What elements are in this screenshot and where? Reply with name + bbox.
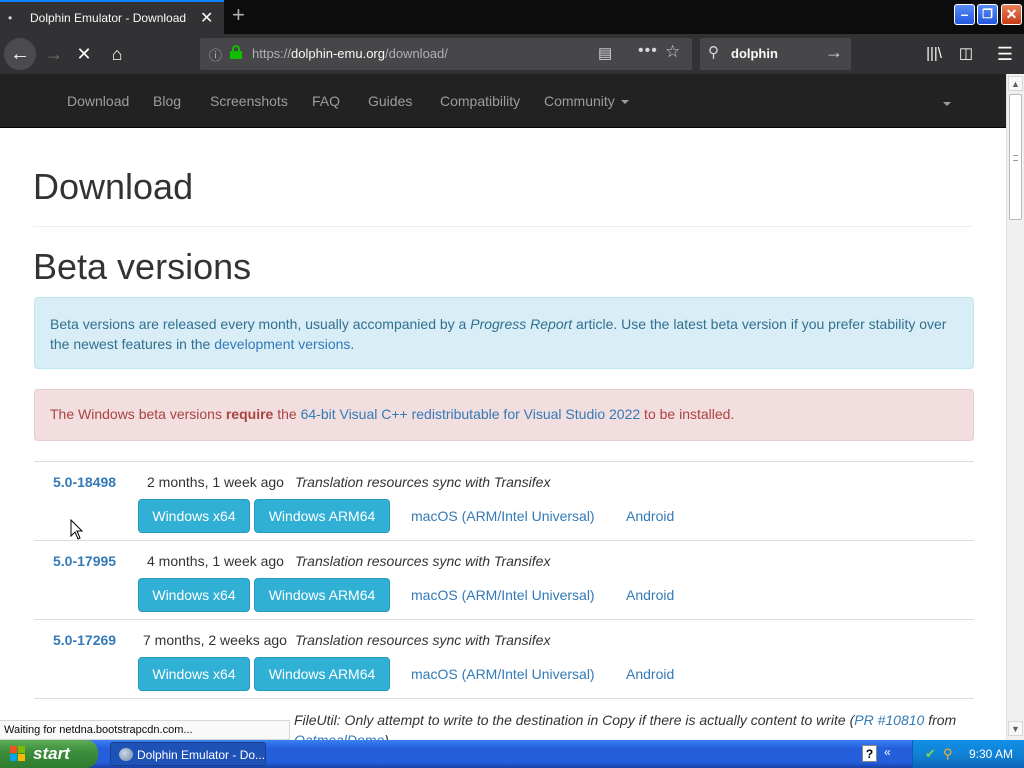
download-android-link[interactable]: Android (626, 508, 674, 524)
build-version-link[interactable]: 5.0-17995 (53, 553, 116, 569)
vertical-scrollbar[interactable]: ▲ ▼ (1006, 74, 1024, 740)
window-minimize-button[interactable]: – (954, 4, 975, 25)
browser-window: • Dolphin Emulator - Download ✕ + – ❐ ✕ … (0, 0, 1024, 768)
tab-title: Dolphin Emulator - Download (30, 11, 187, 25)
mouse-cursor-icon (70, 519, 84, 540)
clock: 9:30 AM (969, 747, 1014, 761)
help-icon[interactable]: ? (862, 745, 877, 762)
chevron-down-icon (620, 100, 629, 105)
beta-versions-heading: Beta versions (33, 246, 252, 287)
download-macos-link[interactable]: macOS (ARM/Intel Universal) (411, 508, 595, 524)
window-close-button[interactable]: ✕ (1001, 4, 1022, 25)
site-navbar: Download Blog Screenshots FAQ Guides Com… (0, 74, 1006, 128)
nav-blog[interactable]: Blog (153, 93, 181, 109)
tray-expand-icon[interactable]: « (884, 745, 891, 759)
download-windows-x64-button[interactable]: Windows x64 (138, 657, 250, 691)
scroll-up-icon[interactable]: ▲ (1008, 76, 1023, 91)
tab-loading-icon: • (8, 11, 13, 25)
page-actions-icon[interactable]: ••• (638, 42, 658, 60)
download-windows-arm64-button[interactable]: Windows ARM64 (254, 578, 390, 612)
download-android-link[interactable]: Android (626, 587, 674, 603)
sidebar-toggle-icon[interactable]: ◫ (954, 42, 978, 66)
scroll-down-icon[interactable]: ▼ (1008, 721, 1023, 736)
build-version-link[interactable]: 5.0-18498 (53, 474, 116, 490)
vcredist-link[interactable]: 64-bit Visual C++ redistributable for Vi… (301, 406, 641, 422)
pr-link[interactable]: PR #10810 (854, 712, 924, 728)
tab-close-icon[interactable]: ✕ (200, 8, 213, 28)
vcredist-warning-alert: The Windows beta versions require the 64… (34, 389, 974, 441)
download-windows-arm64-button[interactable]: Windows ARM64 (254, 657, 390, 691)
scrollbar-thumb[interactable] (1009, 94, 1022, 220)
bookmark-star-icon[interactable]: ☆ (665, 42, 680, 62)
stop-button[interactable]: ✕ (72, 42, 96, 66)
table-row: 5.0-17269 7 months, 2 weeks ago Translat… (34, 620, 974, 699)
download-windows-arm64-button[interactable]: Windows ARM64 (254, 499, 390, 533)
page-content: Download Beta versions Beta versions are… (0, 128, 1006, 740)
beta-info-alert: Beta versions are released every month, … (34, 297, 974, 369)
tray-network-icon[interactable]: ✔ (925, 746, 936, 762)
active-tab[interactable]: • Dolphin Emulator - Download ✕ (0, 0, 224, 34)
home-button[interactable]: ⌂ (105, 42, 129, 66)
navigation-toolbar: ← → ✕ ⌂ ⓘ https://dolphin-emu.org/downlo… (0, 34, 1024, 74)
language-dropdown-icon[interactable] (943, 102, 951, 106)
scrollbar-grip-icon (1013, 155, 1018, 161)
build-commit-message: Translation resources sync with Transife… (295, 553, 551, 569)
taskbar-item-firefox[interactable]: Dolphin Emulator - Do... (110, 742, 266, 766)
tab-bar: • Dolphin Emulator - Download ✕ + – ❐ ✕ (0, 0, 1024, 34)
build-version-link[interactable]: 5.0-17269 (53, 632, 116, 648)
nav-faq[interactable]: FAQ (312, 93, 340, 109)
download-windows-x64-button[interactable]: Windows x64 (138, 578, 250, 612)
nav-compatibility[interactable]: Compatibility (440, 93, 520, 109)
download-windows-x64-button[interactable]: Windows x64 (138, 499, 250, 533)
system-tray: ✔ ⚲ 9:30 AM (912, 740, 1024, 768)
nav-guides[interactable]: Guides (368, 93, 412, 109)
page-title: Download (33, 166, 194, 207)
reader-view-icon[interactable]: ▤ (598, 44, 612, 62)
download-macos-link[interactable]: macOS (ARM/Intel Universal) (411, 587, 595, 603)
secure-lock-icon (230, 45, 242, 59)
title-divider (33, 226, 973, 227)
build-age: 2 months, 1 week ago (147, 474, 284, 490)
build-age: 7 months, 2 weeks ago (143, 632, 287, 648)
build-commit-message: Translation resources sync with Transife… (295, 632, 551, 648)
taskbar: start Dolphin Emulator - Do... ? « ✔ ⚲ 9… (0, 740, 1024, 768)
firefox-icon (119, 748, 133, 761)
hamburger-menu-icon[interactable]: ☰ (993, 42, 1017, 66)
search-icon: ⚲ (708, 44, 719, 61)
back-button[interactable]: ← (4, 38, 36, 70)
site-info-icon[interactable]: ⓘ (209, 45, 222, 64)
author-link[interactable]: OatmealDome (294, 732, 384, 740)
new-tab-icon[interactable]: + (232, 4, 245, 26)
download-macos-link[interactable]: macOS (ARM/Intel Universal) (411, 666, 595, 682)
url-bar[interactable]: ⓘ https://dolphin-emu.org/download/ ▤ ••… (200, 38, 692, 70)
search-input[interactable]: dolphin (731, 46, 778, 61)
forward-button[interactable]: → (42, 42, 66, 66)
table-row: 5.0-18498 2 months, 1 week ago Translati… (34, 462, 974, 541)
tray-search-icon[interactable]: ⚲ (943, 746, 953, 762)
download-android-link[interactable]: Android (626, 666, 674, 682)
search-go-icon[interactable]: → (825, 42, 843, 63)
windows-logo-icon (10, 746, 26, 762)
nav-screenshots[interactable]: Screenshots (210, 93, 288, 109)
library-icon[interactable]: |||\ (922, 42, 946, 66)
development-versions-link[interactable]: development versions (214, 336, 350, 352)
build-commit-message: Translation resources sync with Transife… (295, 474, 551, 490)
url-text: https://dolphin-emu.org/download/ (252, 46, 448, 61)
build-commit-message: FileUtil: Only attempt to write to the d… (294, 710, 956, 740)
nav-download[interactable]: Download (67, 93, 129, 109)
table-row: 5.0-17995 4 months, 1 week ago Translati… (34, 541, 974, 620)
status-panel: Waiting for netdna.bootstrapcdn.com... (0, 720, 290, 740)
build-age: 4 months, 1 week ago (147, 553, 284, 569)
search-bar[interactable]: ⚲ dolphin → (700, 38, 851, 70)
status-text: Waiting for netdna.bootstrapcdn.com... (4, 724, 193, 736)
start-button[interactable]: start (0, 740, 98, 768)
nav-community[interactable]: Community (544, 93, 629, 109)
window-restore-button[interactable]: ❐ (977, 4, 998, 25)
